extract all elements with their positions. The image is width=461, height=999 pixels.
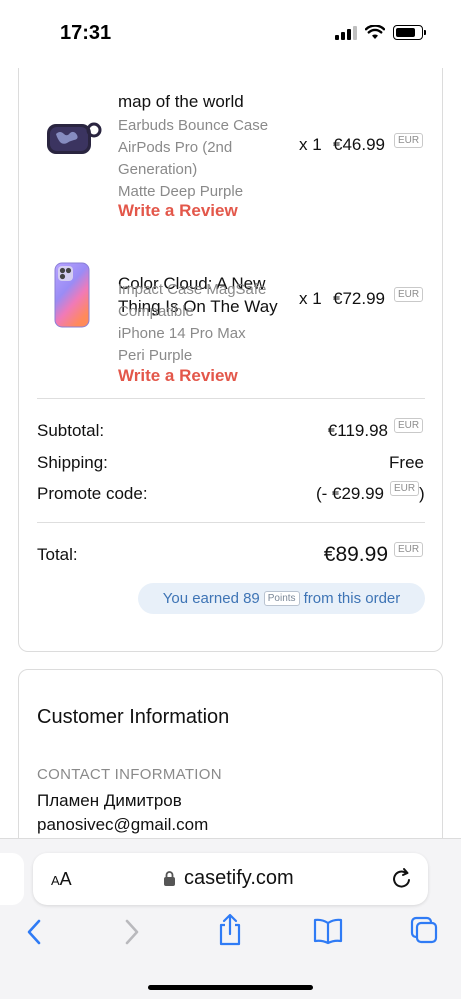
domain-text: casetify.com bbox=[184, 867, 294, 889]
reload-icon[interactable] bbox=[390, 866, 414, 892]
customer-email[interactable]: panosivec@gmail.com bbox=[37, 815, 208, 835]
wifi-icon bbox=[365, 25, 385, 39]
back-icon[interactable] bbox=[24, 917, 44, 947]
item-color: Peri Purple bbox=[118, 347, 193, 364]
currency-tag: EUR bbox=[394, 542, 424, 557]
contact-heading: CONTACT INFORMATION bbox=[37, 766, 222, 783]
item-price: €46.99 bbox=[333, 135, 385, 154]
airpods-case-thumbnail bbox=[47, 122, 102, 154]
lock-icon bbox=[164, 871, 175, 886]
reader-settings-button[interactable]: AA bbox=[51, 869, 72, 890]
currency-tag: EUR bbox=[394, 287, 424, 302]
item-product-type: Earbuds Bounce Case bbox=[118, 117, 269, 134]
write-review-link[interactable]: Write a Review bbox=[118, 366, 238, 386]
battery-icon bbox=[393, 25, 426, 40]
status-icons bbox=[335, 25, 426, 40]
item-device: iPhone 14 Pro Max bbox=[118, 325, 246, 342]
item-device-line-1: AirPods Pro (2nd bbox=[118, 139, 233, 156]
cellular-signal-icon bbox=[335, 25, 357, 40]
iphone-case-thumbnail bbox=[54, 262, 90, 328]
address-bar[interactable]: AA casetify.com bbox=[33, 853, 428, 905]
shipping-label: Shipping: bbox=[37, 453, 108, 472]
order-summary-card: map of the world Earbuds Bounce Case Air… bbox=[18, 40, 443, 652]
item-quantity: x 1 bbox=[299, 289, 322, 308]
item-title[interactable]: map of the world bbox=[118, 90, 244, 113]
promo-code-label: Promote code: bbox=[37, 484, 148, 503]
section-title: Customer Information bbox=[37, 706, 230, 728]
currency-tag: EUR bbox=[394, 418, 424, 433]
points-earned-banner: You earned 89 Points from this order bbox=[138, 583, 425, 614]
item-device-line-2: Generation) bbox=[118, 161, 198, 178]
share-icon[interactable] bbox=[217, 913, 243, 947]
item-price: €72.99 bbox=[333, 289, 385, 308]
tabs-icon[interactable] bbox=[409, 915, 439, 945]
home-indicator bbox=[148, 985, 313, 990]
write-review-link[interactable]: Write a Review bbox=[118, 201, 238, 221]
currency-tag: EUR bbox=[390, 481, 420, 496]
divider bbox=[37, 522, 425, 523]
status-time: 17:31 bbox=[60, 22, 112, 44]
previous-tab-preview[interactable] bbox=[0, 853, 24, 905]
browser-toolbar bbox=[0, 913, 461, 951]
item-compat: Compatible bbox=[118, 303, 194, 320]
customer-name: Пламен Димитров bbox=[37, 791, 182, 810]
subtotal-value: €119.98 bbox=[327, 421, 388, 440]
currency-tag: EUR bbox=[394, 133, 424, 148]
item-product-type: Impact Case MagSafe bbox=[118, 281, 267, 298]
points-tag: Points bbox=[263, 591, 300, 606]
promo-close-paren: ) bbox=[419, 484, 425, 503]
total-label: Total: bbox=[37, 545, 78, 564]
total-value: €89.99 bbox=[323, 543, 388, 566]
points-earned-suffix: from this order bbox=[303, 590, 401, 607]
url-display[interactable]: casetify.com bbox=[163, 867, 294, 890]
bookmarks-icon[interactable] bbox=[312, 917, 344, 945]
subtotal-label: Subtotal: bbox=[37, 421, 105, 440]
item-color: Matte Deep Purple bbox=[118, 183, 244, 200]
forward-icon[interactable] bbox=[122, 917, 142, 947]
points-earned-prefix: You earned 89 bbox=[162, 590, 260, 607]
shipping-value: Free bbox=[389, 453, 424, 472]
status-bar: 17:31 bbox=[0, 0, 461, 68]
item-quantity: x 1 bbox=[299, 135, 322, 154]
promo-code-value: (- €29.99 bbox=[315, 484, 384, 503]
browser-bottom-bar: AA casetify.com bbox=[0, 838, 461, 999]
divider bbox=[37, 398, 425, 399]
